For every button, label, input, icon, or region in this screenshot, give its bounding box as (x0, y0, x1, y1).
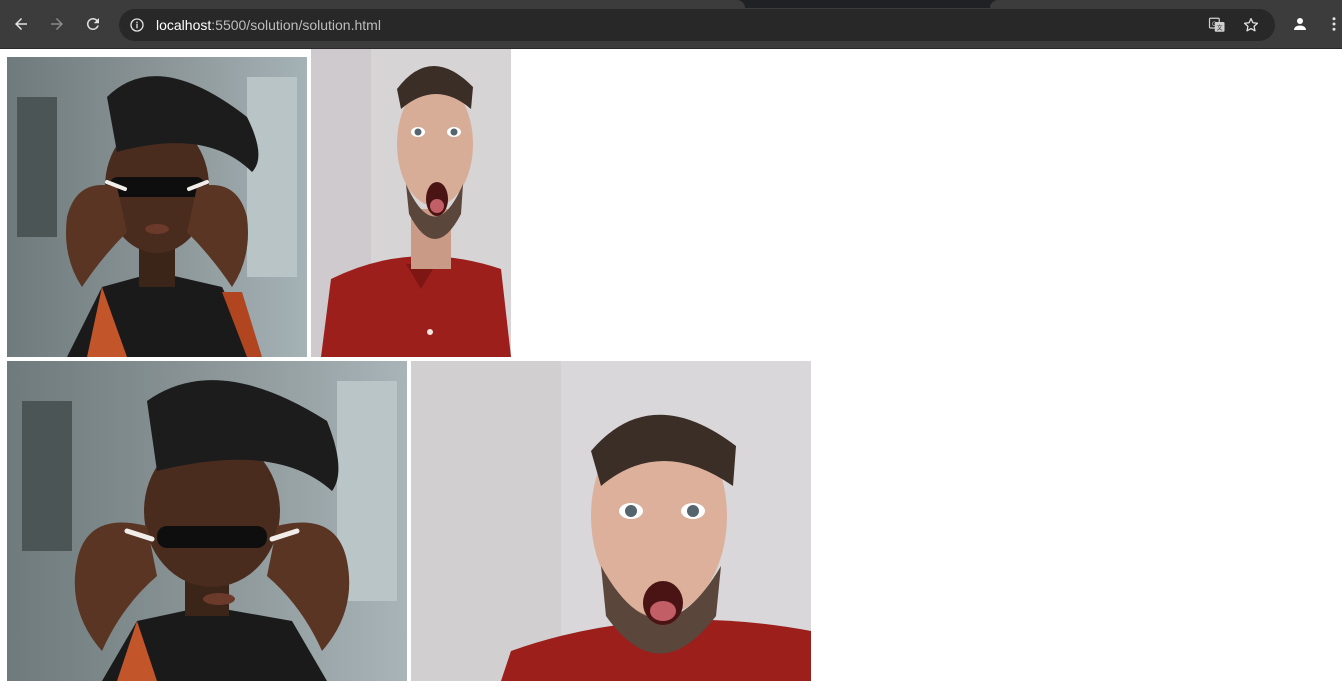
forward-arrow-icon (51, 18, 63, 30)
bookmark-star-icon (1243, 17, 1259, 32)
back-button[interactable] (9, 12, 33, 36)
surprised-man-image (311, 49, 511, 357)
address-bar[interactable]: localhost:5500/solution/solution.html G … (119, 9, 1275, 41)
browser-menu-button[interactable] (1326, 12, 1342, 36)
menu-icon (1332, 17, 1336, 31)
translate-icon: G 文 (1208, 17, 1225, 32)
woman-sunglasses-image (7, 57, 307, 357)
bookmark-button[interactable] (1241, 15, 1261, 35)
translate-button[interactable]: G 文 (1207, 15, 1227, 35)
browser-toolbar: localhost:5500/solution/solution.html G … (0, 0, 1342, 49)
photo-woman-sunglasses-square (7, 57, 307, 357)
active-tab[interactable] (0, 0, 745, 8)
photo-surprised-man-wide (411, 361, 811, 681)
surprised-man-image (411, 361, 811, 681)
site-info-button[interactable] (127, 15, 147, 35)
profile-button[interactable] (1288, 12, 1312, 36)
photo-surprised-man-tall (311, 49, 511, 357)
tab-strip (0, 0, 1342, 8)
url-text[interactable]: localhost:5500/solution/solution.html (156, 17, 381, 33)
reload-icon (86, 17, 99, 30)
back-arrow-icon (15, 18, 27, 30)
url-path: :5500/solution/solution.html (211, 17, 381, 33)
profile-icon (1294, 18, 1306, 30)
photo-woman-sunglasses-wide (7, 361, 407, 681)
url-host: localhost (156, 17, 212, 33)
inactive-tab[interactable] (990, 0, 1342, 8)
woman-sunglasses-image (7, 361, 407, 681)
site-info-icon (130, 18, 144, 32)
forward-button[interactable] (45, 12, 69, 36)
reload-button[interactable] (81, 12, 105, 36)
